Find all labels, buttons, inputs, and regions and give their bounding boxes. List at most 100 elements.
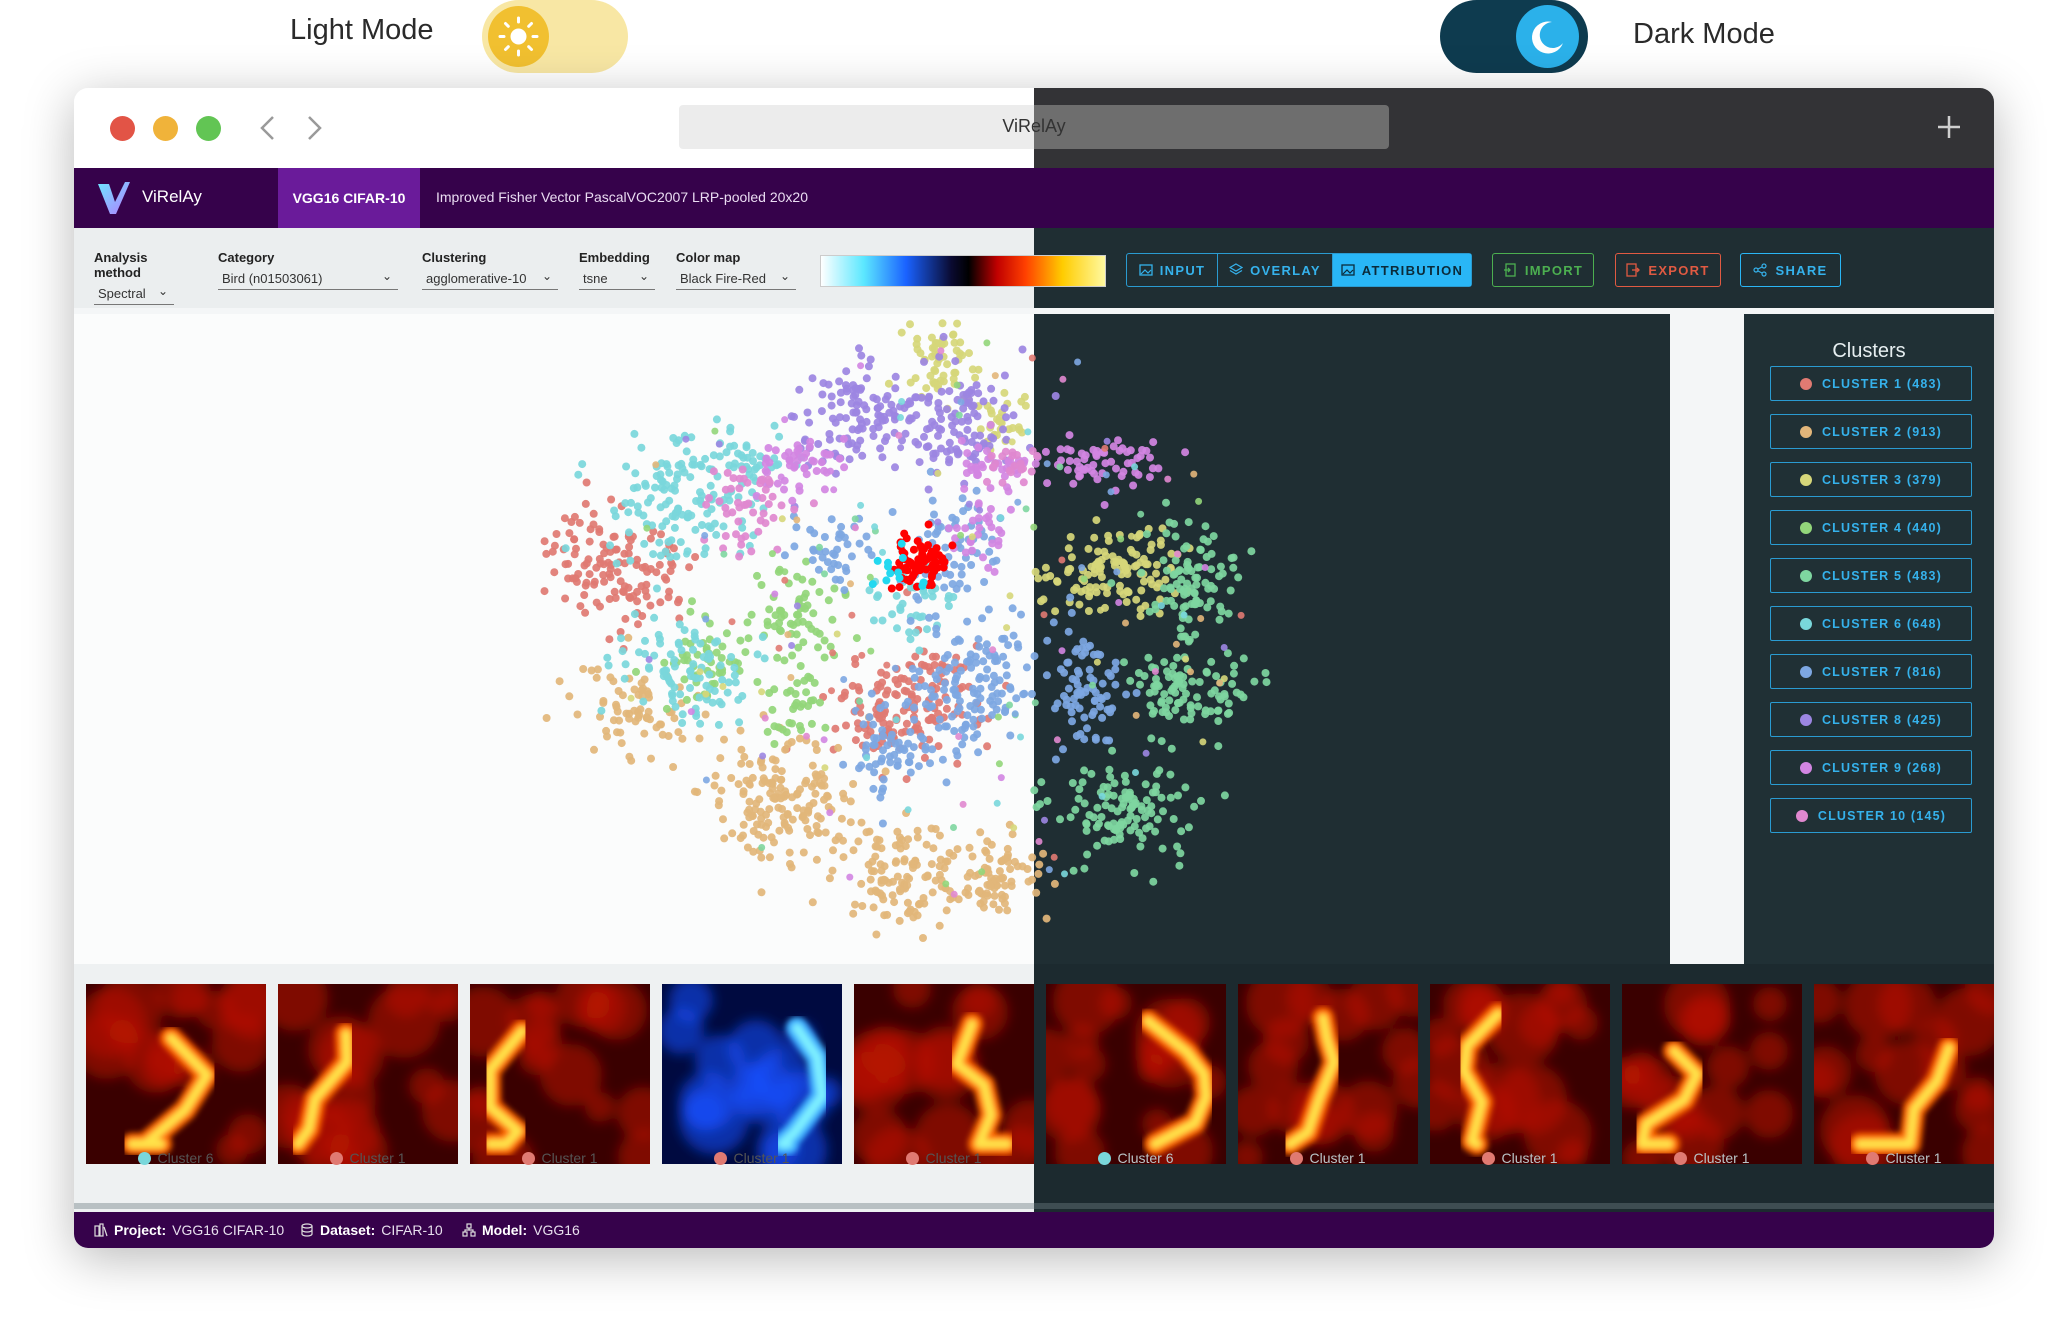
scatter-point[interactable] xyxy=(1147,540,1156,549)
scatter-point[interactable] xyxy=(1197,796,1205,805)
scatter-point[interactable] xyxy=(1043,636,1052,645)
scatter-point[interactable] xyxy=(1098,679,1107,688)
scatter-point[interactable] xyxy=(791,690,800,698)
scatter-point[interactable] xyxy=(1092,516,1101,525)
scatter-point[interactable] xyxy=(965,843,974,852)
scatter-point[interactable] xyxy=(1195,678,1204,686)
scatter-point[interactable] xyxy=(794,643,803,652)
scatter-point[interactable] xyxy=(906,728,915,736)
scatter-point[interactable] xyxy=(1193,563,1202,572)
scatter-point[interactable] xyxy=(1017,465,1026,474)
scatter-point[interactable] xyxy=(973,730,982,739)
scatter-point[interactable] xyxy=(758,688,766,696)
clustering-field[interactable]: Clustering agglomerative-10 ⌄ xyxy=(422,250,558,290)
scatter-point[interactable] xyxy=(737,745,746,754)
scatter-point[interactable] xyxy=(772,461,781,470)
scatter-point[interactable] xyxy=(1132,769,1139,776)
scatter-point[interactable] xyxy=(1108,746,1117,755)
scatter-point[interactable] xyxy=(1171,706,1180,715)
scatter-point[interactable] xyxy=(1017,610,1025,619)
scatter-point[interactable] xyxy=(893,761,902,770)
selected-point[interactable] xyxy=(931,558,940,567)
scatter-point[interactable] xyxy=(882,433,891,442)
scatter-point[interactable] xyxy=(1237,611,1245,619)
scatter-point[interactable] xyxy=(873,842,882,851)
scatter-point[interactable] xyxy=(846,818,855,827)
scatter-point[interactable] xyxy=(1004,487,1013,496)
scatter-point[interactable] xyxy=(1142,530,1151,539)
scatter-point[interactable] xyxy=(1041,563,1050,572)
scatter-point[interactable] xyxy=(689,455,698,464)
scatter-point[interactable] xyxy=(744,634,753,643)
scatter-point[interactable] xyxy=(697,462,706,471)
scatter-point[interactable] xyxy=(1000,899,1009,908)
scatter-point[interactable] xyxy=(804,702,813,710)
scatter-point[interactable] xyxy=(647,754,655,763)
scatter-point[interactable] xyxy=(1182,689,1190,698)
scatter-point[interactable] xyxy=(716,661,725,670)
scatter-point[interactable] xyxy=(1156,540,1165,549)
scatter-point[interactable] xyxy=(1126,826,1135,835)
back-arrow-icon[interactable] xyxy=(258,114,278,147)
scatter-point[interactable] xyxy=(1229,563,1238,572)
scatter-point[interactable] xyxy=(873,418,882,427)
scatter-point[interactable] xyxy=(1059,375,1067,383)
scatter-point[interactable] xyxy=(955,579,964,588)
scatter-point[interactable] xyxy=(929,844,938,853)
scatter-point[interactable] xyxy=(652,461,660,469)
scatter-point[interactable] xyxy=(913,911,922,920)
scatter-point[interactable] xyxy=(1089,813,1098,822)
scatter-point[interactable] xyxy=(983,742,992,751)
scatter-point[interactable] xyxy=(806,437,815,446)
scatter-point[interactable] xyxy=(768,550,776,558)
scatter-point[interactable] xyxy=(1176,585,1185,594)
scatter-point[interactable] xyxy=(879,732,888,741)
scatter-point[interactable] xyxy=(1008,604,1017,613)
scatter-point[interactable] xyxy=(781,576,789,584)
scatter-point[interactable] xyxy=(1130,869,1139,877)
scatter-point[interactable] xyxy=(974,443,983,452)
scatter-point[interactable] xyxy=(926,759,934,768)
scatter-point[interactable] xyxy=(1145,473,1154,482)
scatter-point[interactable] xyxy=(1226,586,1235,595)
scatter-point[interactable] xyxy=(630,706,639,715)
scatter-point[interactable] xyxy=(795,385,804,394)
scatter-point[interactable] xyxy=(1119,590,1128,599)
scatter-point[interactable] xyxy=(918,581,927,590)
scatter-point[interactable] xyxy=(1216,562,1225,571)
scatter-point[interactable] xyxy=(836,398,845,407)
scatter-point[interactable] xyxy=(922,443,931,451)
scatter-point[interactable] xyxy=(1117,535,1125,543)
close-window-dot[interactable] xyxy=(110,116,135,141)
scatter-point[interactable] xyxy=(789,705,798,713)
scatter-point[interactable] xyxy=(1074,466,1083,475)
scatter-point[interactable] xyxy=(1239,654,1248,663)
scatter-point[interactable] xyxy=(900,404,909,413)
scatter-point[interactable] xyxy=(869,616,878,625)
scatter-point[interactable] xyxy=(1086,641,1094,650)
scatter-point[interactable] xyxy=(1167,744,1176,753)
scatter-point[interactable] xyxy=(983,339,991,347)
attribution-thumbnail[interactable] xyxy=(1238,984,1418,1164)
scatter-point[interactable] xyxy=(683,550,691,558)
scatter-point[interactable] xyxy=(745,813,754,822)
scatter-point[interactable] xyxy=(893,827,902,836)
scatter-point[interactable] xyxy=(1111,680,1120,689)
scatter-point[interactable] xyxy=(1040,611,1048,619)
scatter-point[interactable] xyxy=(925,613,934,622)
scatter-point[interactable] xyxy=(1128,548,1137,557)
scatter-point[interactable] xyxy=(1011,710,1019,718)
scatter-point[interactable] xyxy=(701,544,710,553)
scatter-point[interactable] xyxy=(731,678,740,687)
scatter-point[interactable] xyxy=(603,653,612,662)
scatter-point[interactable] xyxy=(717,700,726,709)
scatter-point[interactable] xyxy=(1103,437,1111,445)
scatter-point[interactable] xyxy=(765,458,774,467)
scatter-point[interactable] xyxy=(942,695,951,704)
tab-project[interactable]: VGG16 CIFAR-10 xyxy=(278,168,420,228)
scatter-point[interactable] xyxy=(793,516,801,524)
scatter-point[interactable] xyxy=(1180,611,1188,619)
scatter-point[interactable] xyxy=(989,396,998,405)
scatter-point[interactable] xyxy=(955,636,964,645)
scatter-point[interactable] xyxy=(1068,717,1076,726)
